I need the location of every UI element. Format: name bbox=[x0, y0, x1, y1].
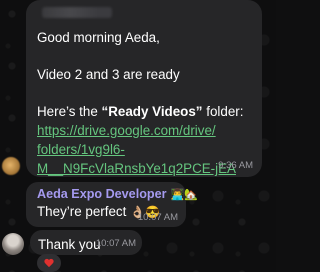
link-line[interactable]: https://drive.google.com/drive/ bbox=[37, 121, 252, 140]
reaction-badge[interactable] bbox=[37, 254, 61, 272]
message-text: Thank you bbox=[38, 237, 101, 252]
message-text: Good morning Aeda, bbox=[37, 28, 252, 47]
blurred-sender-name bbox=[42, 7, 112, 18]
message-time: 10:07 AM bbox=[95, 238, 136, 249]
user-avatar[interactable] bbox=[2, 233, 24, 255]
message-line: Good morning Aeda, bbox=[37, 30, 160, 45]
sender-avatar[interactable] bbox=[2, 157, 20, 175]
sender-emoji: 👨‍💻🏡 bbox=[170, 189, 198, 201]
message-bubble[interactable]: Good morning Aeda, Video 2 and 3 are rea… bbox=[26, 0, 262, 177]
heart-icon bbox=[44, 259, 54, 268]
sender-name[interactable]: Aeda Expo Developer 👨‍💻🏡 bbox=[37, 187, 198, 201]
message-line: Video 2 and 3 are ready bbox=[37, 67, 180, 82]
message-bubble[interactable]: Aeda Expo Developer 👨‍💻🏡 They’re perfect 👌… bbox=[26, 182, 198, 227]
message-line: They’re perfect bbox=[37, 204, 127, 219]
folder-name: “Ready Videos” bbox=[101, 104, 203, 119]
message-text: Here’s the “Ready Videos” folder: bbox=[37, 102, 252, 121]
link-line[interactable]: folders/1vg9l6- bbox=[37, 140, 252, 159]
message-time: 10:07 AM bbox=[137, 212, 178, 223]
message-text: Video 2 and 3 are ready bbox=[37, 65, 252, 84]
message-time: 9:36 AM bbox=[218, 160, 253, 171]
message-line: folder: bbox=[206, 104, 244, 119]
message-bubble[interactable]: Thank you 10:07 AM bbox=[30, 230, 142, 255]
sender-name-text: Aeda Expo Developer bbox=[37, 187, 167, 201]
message-line: Here’s the bbox=[37, 104, 98, 119]
